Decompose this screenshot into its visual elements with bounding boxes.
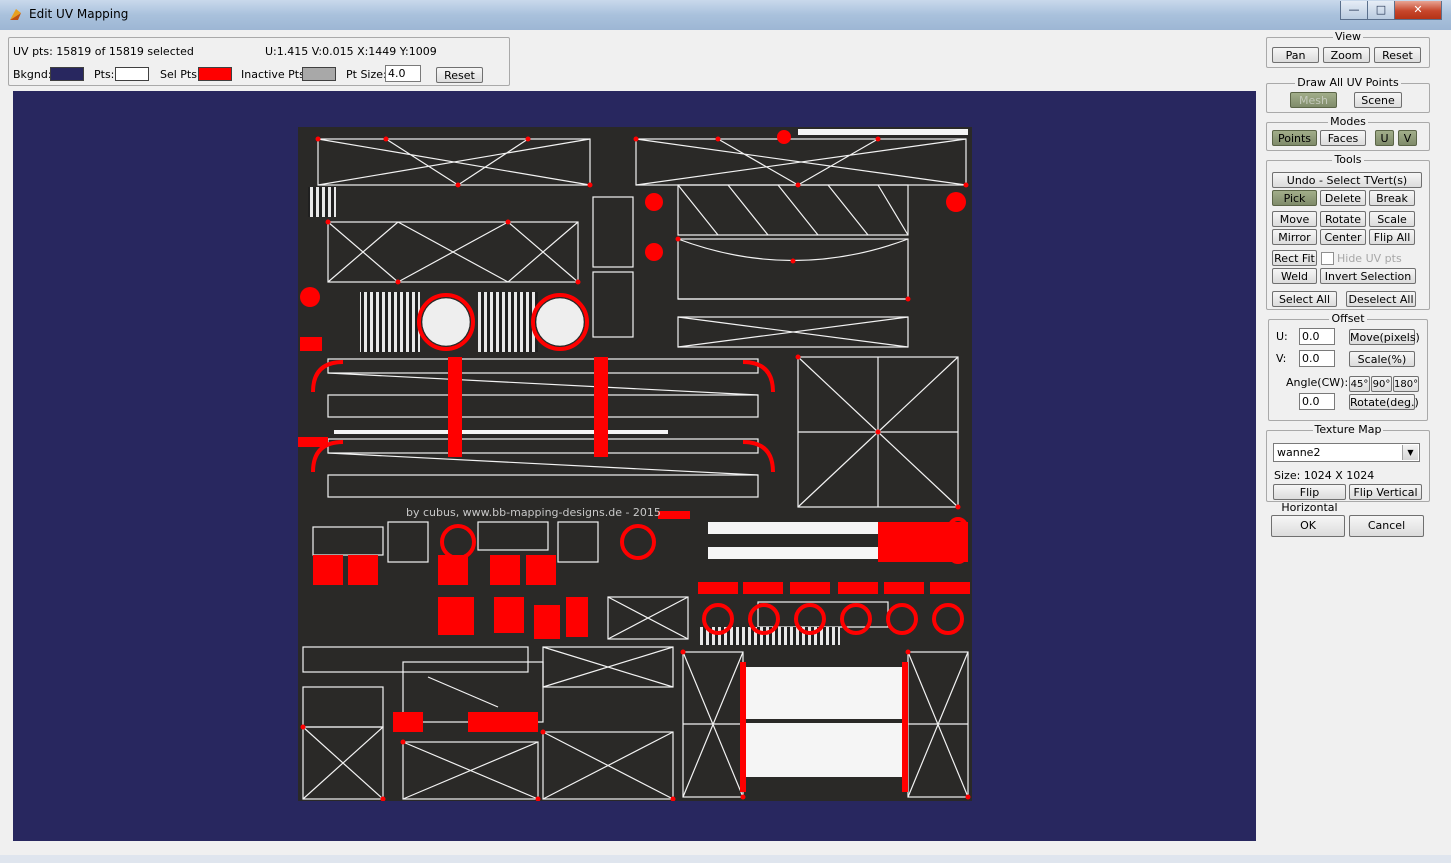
- inactive-pts-label: Inactive Pts:: [241, 68, 309, 81]
- draw-all-group-title: Draw All UV Points: [1295, 76, 1401, 89]
- offset-v-input[interactable]: [1299, 350, 1335, 367]
- reset-colors-button[interactable]: Reset: [436, 67, 483, 83]
- zoom-button[interactable]: Zoom: [1323, 47, 1370, 63]
- select-all-button[interactable]: Select All: [1272, 291, 1337, 307]
- angle-input[interactable]: [1299, 393, 1335, 410]
- pt-size-label: Pt Size:: [346, 68, 387, 81]
- flip-horizontal-button[interactable]: Flip Horizontal: [1273, 484, 1346, 514]
- break-button[interactable]: Break: [1369, 190, 1415, 206]
- rotate-90-button[interactable]: 90°: [1371, 376, 1392, 392]
- flip-all-button[interactable]: Flip All: [1369, 229, 1415, 245]
- angle-label: Angle(CW):: [1286, 376, 1349, 389]
- texture-map-selected: wanne2: [1277, 446, 1321, 459]
- v-mode-button[interactable]: V: [1398, 130, 1417, 146]
- view-group-title: View: [1332, 30, 1364, 43]
- points-mode-button[interactable]: Points: [1272, 130, 1317, 146]
- flip-vertical-button[interactable]: Flip Vertical: [1349, 484, 1422, 500]
- app-icon: [10, 9, 21, 20]
- move-pixels-button[interactable]: Move(pixels): [1349, 329, 1420, 345]
- deselect-all-button[interactable]: Deselect All: [1346, 291, 1416, 307]
- hide-uv-pts-checkbox[interactable]: [1321, 252, 1334, 265]
- uv-texture-map[interactable]: by cubus, www.bb-mapping-designs.de - 20…: [298, 127, 972, 801]
- selected-points-color-swatch[interactable]: [198, 67, 232, 81]
- inactive-points-color-swatch[interactable]: [302, 67, 336, 81]
- scale-percent-button[interactable]: Scale(%): [1349, 351, 1415, 367]
- cancel-button[interactable]: Cancel: [1349, 515, 1424, 537]
- rotate-180-button[interactable]: 180°: [1393, 376, 1419, 392]
- draw-all-uv-points-group: Draw All UV Points Mesh Scene: [1266, 76, 1430, 113]
- offset-u-input[interactable]: [1299, 328, 1335, 345]
- points-color-swatch[interactable]: [115, 67, 149, 81]
- offset-group-title: Offset: [1329, 312, 1367, 325]
- pan-button[interactable]: Pan: [1272, 47, 1319, 63]
- rotate-degrees-button[interactable]: Rotate(deg.): [1349, 394, 1419, 410]
- status-panel: UV pts: 15819 of 15819 selected U:1.415 …: [8, 37, 510, 86]
- delete-button[interactable]: Delete: [1320, 190, 1366, 206]
- modes-group: Modes Points Faces U V: [1266, 115, 1430, 151]
- move-button[interactable]: Move: [1272, 211, 1317, 227]
- pt-size-input[interactable]: [385, 65, 421, 82]
- minimize-button[interactable]: —: [1340, 1, 1368, 20]
- pick-button[interactable]: Pick: [1272, 190, 1317, 206]
- u-mode-button[interactable]: U: [1375, 130, 1394, 146]
- maximize-button[interactable]: □: [1367, 1, 1395, 20]
- chevron-down-icon[interactable]: ▼: [1402, 445, 1418, 460]
- scene-button[interactable]: Scene: [1354, 92, 1402, 108]
- offset-group: Offset U: Move(pixels) V: Scale(%) Angle…: [1268, 312, 1428, 421]
- uv-points-count: UV pts: 15819 of 15819 selected: [13, 45, 194, 58]
- faces-mode-button[interactable]: Faces: [1320, 130, 1366, 146]
- mirror-button[interactable]: Mirror: [1272, 229, 1317, 245]
- bkgnd-color-swatch[interactable]: [50, 67, 84, 81]
- rect-fit-button[interactable]: Rect Fit: [1272, 250, 1317, 266]
- mesh-button[interactable]: Mesh: [1290, 92, 1337, 108]
- texture-map-group-title: Texture Map: [1312, 423, 1384, 436]
- title-bar: Edit UV Mapping — □ ✕: [0, 0, 1451, 31]
- tools-group: Tools Undo - Select TVert(s) Pick Delete…: [1266, 153, 1430, 310]
- center-button[interactable]: Center: [1320, 229, 1366, 245]
- tools-group-title: Tools: [1332, 153, 1364, 166]
- weld-button[interactable]: Weld: [1272, 268, 1317, 284]
- dialog-client: UV pts: 15819 of 15819 selected U:1.415 …: [0, 30, 1451, 863]
- texture-map-group: Texture Map wanne2 ▼ Size: 1024 X 1024 F…: [1266, 423, 1430, 514]
- view-reset-button[interactable]: Reset: [1374, 47, 1421, 63]
- rotate-45-button[interactable]: 45°: [1349, 376, 1370, 392]
- offset-u-label: U:: [1276, 330, 1288, 343]
- offset-v-label: V:: [1276, 352, 1287, 365]
- hide-uv-pts-label: Hide UV pts: [1337, 252, 1402, 265]
- pts-label: Pts:: [94, 68, 115, 81]
- invert-selection-button[interactable]: Invert Selection: [1320, 268, 1416, 284]
- texture-size-label: Size: 1024 X 1024: [1274, 469, 1375, 482]
- texture-credit-text: by cubus, www.bb-mapping-designs.de - 20…: [406, 506, 661, 519]
- close-button[interactable]: ✕: [1394, 1, 1442, 20]
- undo-button[interactable]: Undo - Select TVert(s): [1272, 172, 1422, 188]
- uv-viewport[interactable]: by cubus, www.bb-mapping-designs.de - 20…: [13, 91, 1256, 841]
- modes-group-title: Modes: [1328, 115, 1368, 128]
- cursor-coordinates: U:1.415 V:0.015 X:1449 Y:1009: [265, 45, 437, 58]
- view-group: View Pan Zoom Reset: [1266, 30, 1430, 68]
- rotate-button[interactable]: Rotate: [1320, 211, 1366, 227]
- sel-pts-label: Sel Pts:: [160, 68, 201, 81]
- taskbar-strip: [0, 855, 1451, 863]
- ok-button[interactable]: OK: [1271, 515, 1345, 537]
- texture-map-select[interactable]: wanne2 ▼: [1273, 443, 1420, 462]
- window-title: Edit UV Mapping: [29, 7, 129, 21]
- bkgnd-label: Bkgnd:: [13, 68, 52, 81]
- scale-button[interactable]: Scale: [1369, 211, 1415, 227]
